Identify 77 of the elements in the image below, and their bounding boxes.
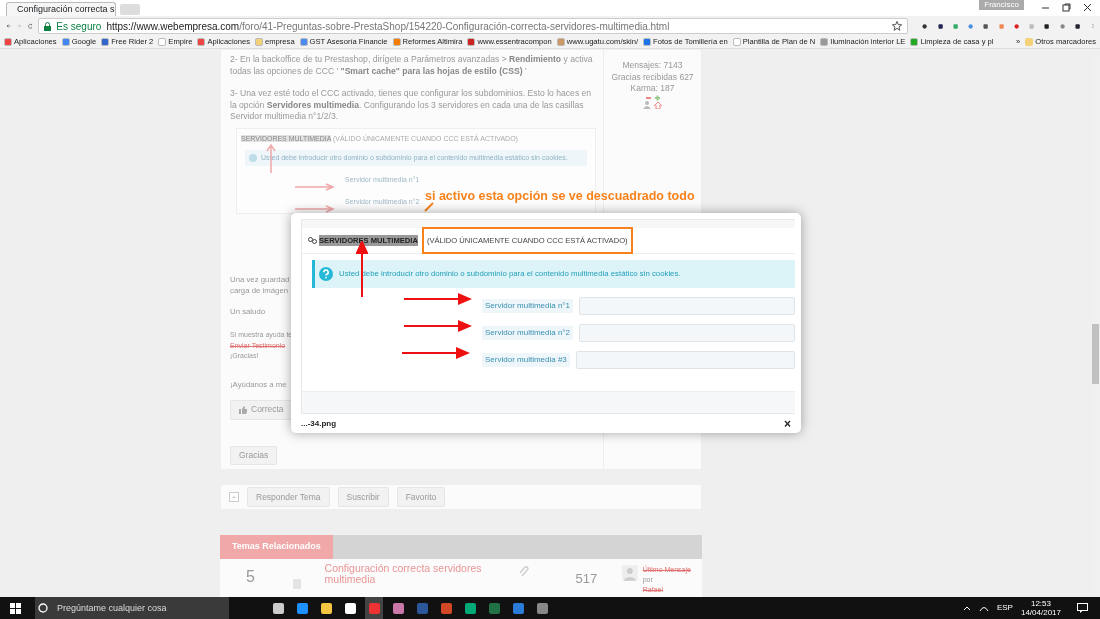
reply-count: 5 bbox=[246, 568, 255, 585]
question-icon bbox=[249, 154, 257, 162]
text-input[interactable] bbox=[575, 351, 795, 369]
app-icon bbox=[391, 601, 405, 615]
karma-icon[interactable] bbox=[644, 94, 661, 101]
app-icon bbox=[295, 601, 309, 615]
file-caption: ...-34.png bbox=[301, 417, 337, 430]
network-icon[interactable] bbox=[978, 604, 989, 612]
question-icon bbox=[319, 267, 333, 281]
bookmark-icon bbox=[101, 38, 110, 46]
author-stat: Gracias recibidas 627 bbox=[610, 71, 695, 83]
clock-time[interactable]: 12:53 bbox=[1020, 599, 1061, 608]
language-indicator[interactable]: ESP bbox=[996, 602, 1013, 614]
search-icon bbox=[38, 603, 48, 613]
clock-date[interactable]: 14/04/2017 bbox=[1020, 608, 1061, 617]
bookmark-icon bbox=[467, 38, 476, 46]
folder-icon bbox=[1025, 38, 1034, 46]
browser-tab[interactable]: Configuración correcta s bbox=[6, 2, 116, 16]
app-icon bbox=[271, 601, 285, 615]
bookmark-icon bbox=[299, 38, 308, 46]
url-text: https://www.webempresa.com/foro/41-Preguntas-sobre-PrestaShop/154220-Configuración-correcta-servidores-multimedia.html bbox=[106, 19, 670, 33]
author-stat: Karma: 187 bbox=[629, 83, 676, 95]
notifications-icon[interactable] bbox=[1077, 603, 1088, 613]
star-icon[interactable] bbox=[892, 21, 903, 31]
bookmark-icon bbox=[820, 38, 829, 46]
related-title: Temas Relacionados bbox=[220, 535, 333, 559]
arrow-icon bbox=[295, 183, 335, 191]
arrow-icon bbox=[402, 347, 470, 359]
app-icon bbox=[319, 601, 333, 615]
bookmark-icon bbox=[910, 38, 919, 46]
tab-title: Configuración correcta s bbox=[17, 3, 115, 16]
bookmark-icon bbox=[643, 38, 652, 46]
security-label: Es seguro bbox=[56, 19, 102, 33]
author-stat: Mensajes: 7143 bbox=[621, 60, 684, 72]
scrollbar-thumb[interactable] bbox=[1092, 324, 1099, 384]
close-icon[interactable] bbox=[1083, 3, 1092, 12]
chevron-icon[interactable] bbox=[962, 605, 971, 611]
start-icon[interactable] bbox=[10, 602, 21, 614]
text-input[interactable] bbox=[579, 324, 795, 342]
bookmark-icon bbox=[255, 38, 264, 46]
app-icon bbox=[439, 601, 453, 615]
app-icon bbox=[487, 601, 501, 615]
post-paragraph: 2- En la backoffice de tu Prestashop, dirígete a Parámetros avanzadas > Rendimiento y activa todas las opciones de CCC ' "Smart cache" para las hojas de estilo (CSS) ' bbox=[230, 54, 594, 77]
annotation-text: si activo esta opción se ve descuadrado todo bbox=[425, 188, 695, 205]
view-count: 517 bbox=[575, 571, 598, 586]
reload-icon[interactable] bbox=[27, 21, 33, 31]
thumbs-up-icon bbox=[239, 405, 247, 414]
lock-icon bbox=[44, 21, 52, 31]
arrow-icon bbox=[295, 205, 335, 213]
field-label: Servidor multimedia n°1 bbox=[482, 299, 573, 313]
app-icon bbox=[367, 601, 381, 615]
post-paragraph: 3- Una vez esté todo el CCC activado, tienes que configurar los subdominios. Esto lo haces en la opción Servidores multimedia. Configurando los 3 servidores en cada una de las casillas Servidor multimedia n°1/2/3. bbox=[230, 88, 593, 123]
bookmark-icon bbox=[556, 38, 565, 46]
field-label: Servidor multimedia n°2 bbox=[482, 326, 573, 340]
paperclip-icon bbox=[519, 566, 532, 579]
bookmark-icon bbox=[197, 38, 206, 46]
arrow-icon bbox=[404, 320, 472, 332]
link-icon bbox=[308, 237, 317, 244]
field-label: Servidor multimedia #3 bbox=[482, 353, 570, 367]
close-button[interactable]: × bbox=[784, 417, 791, 430]
app-icon bbox=[343, 601, 357, 615]
restore-icon[interactable] bbox=[1062, 3, 1071, 12]
bookmark-icon bbox=[732, 38, 741, 46]
bookmark-icon bbox=[4, 38, 12, 46]
arrow-icon bbox=[404, 293, 472, 305]
bookmark-icon bbox=[61, 38, 70, 46]
avatar bbox=[621, 565, 638, 581]
app-icon bbox=[511, 601, 525, 615]
app-icon bbox=[535, 601, 549, 615]
app-icon bbox=[415, 601, 429, 615]
bookmark-icon bbox=[158, 38, 167, 46]
app-icon bbox=[463, 601, 477, 615]
home-icon[interactable] bbox=[653, 100, 662, 109]
text-input[interactable] bbox=[579, 297, 795, 315]
address-bar[interactable]: Es seguro https://www.webempresa.com/foro/41-Preguntas-sobre-PrestaShop/154220-Configuración-correcta-servidores-multimedia.html bbox=[38, 18, 909, 34]
search-field[interactable]: Pregúntame cualquier cosa bbox=[35, 597, 229, 619]
bookmark-icon bbox=[392, 38, 401, 46]
